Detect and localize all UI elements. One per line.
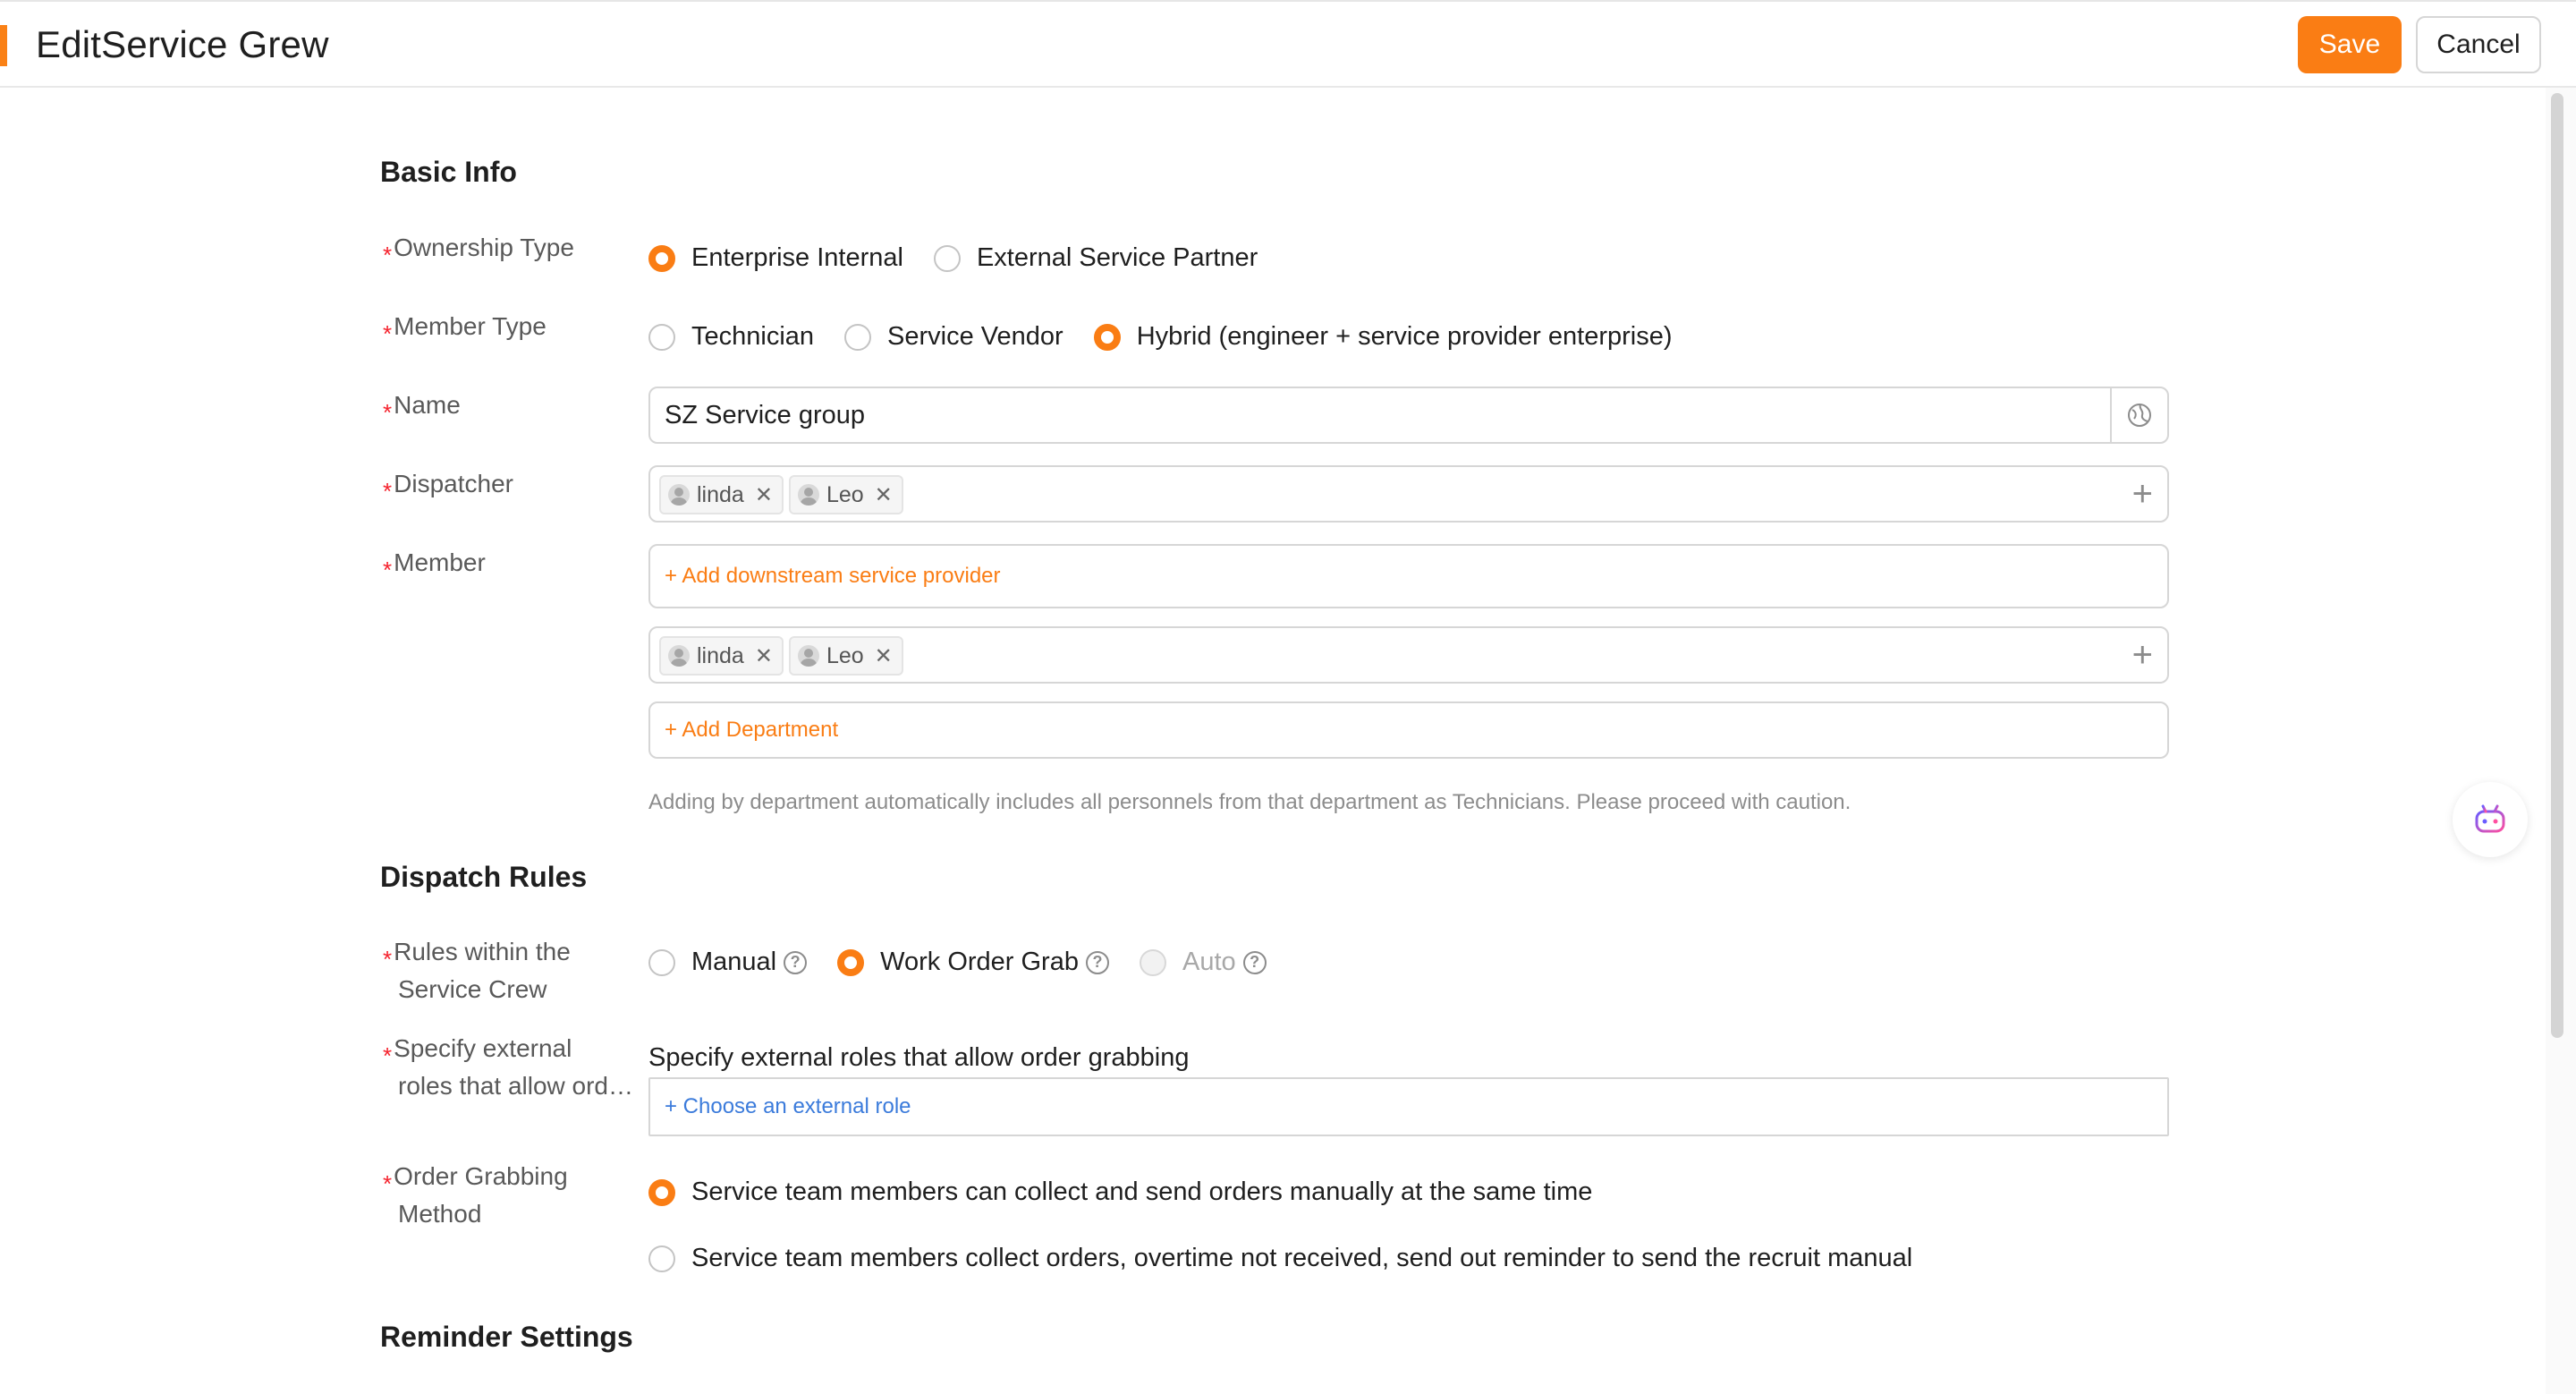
radio-unchecked-icon[interactable]	[844, 323, 872, 351]
radio-checked-icon[interactable]	[648, 244, 675, 272]
department-hint: Adding by department automatically inclu…	[648, 790, 1852, 814]
avatar-icon	[797, 645, 819, 667]
ownership-option-internal[interactable]: Enterprise Internal	[648, 243, 903, 273]
robot-icon	[2475, 804, 2505, 833]
dispatcher-label: *Dispatcher	[383, 470, 513, 505]
name-input[interactable]: SZ Service group	[648, 387, 2169, 444]
title-accent-bar	[0, 25, 7, 66]
radio-disabled-icon	[1139, 948, 1166, 976]
rules-radio-group: Manual ? Work Order Grab ? Auto ?	[648, 948, 1297, 977]
external-roles-label: *Specify external roles that allow ord…	[383, 1034, 634, 1100]
help-question-icon[interactable]: ?	[784, 950, 808, 974]
avatar-icon	[668, 645, 690, 667]
member-type-option-technician[interactable]: Technician	[648, 322, 814, 352]
member-tag-linda: linda ✕	[659, 636, 784, 676]
dispatcher-select[interactable]: linda ✕ Leo ✕ +	[648, 465, 2169, 523]
remove-tag-icon[interactable]: ✕	[755, 482, 773, 508]
basic-info-title: Basic Info	[380, 156, 517, 188]
member-select[interactable]: linda ✕ Leo ✕ +	[648, 626, 2169, 684]
member-label: *Member	[383, 548, 486, 583]
ownership-type-label: *Ownership Type	[383, 234, 574, 268]
required-mark: *	[383, 320, 393, 347]
member-type-radio-group: Technician Service Vendor Hybrid (engine…	[648, 322, 1703, 352]
rule-option-auto: Auto ?	[1139, 948, 1267, 977]
ownership-option-external[interactable]: External Service Partner	[933, 243, 1258, 273]
required-mark: *	[383, 1042, 393, 1069]
add-downstream-provider-link[interactable]: + Add downstream service provider	[665, 564, 1001, 589]
radio-unchecked-icon[interactable]	[648, 1245, 675, 1272]
add-dispatcher-plus-icon[interactable]: +	[2132, 476, 2153, 512]
required-mark: *	[383, 478, 393, 505]
radio-checked-icon[interactable]	[837, 948, 865, 976]
cancel-button[interactable]: Cancel	[2416, 16, 2541, 73]
page-title: EditService Grew	[36, 23, 329, 65]
required-mark: *	[383, 399, 393, 426]
rule-option-manual[interactable]: Manual ?	[648, 948, 808, 977]
radio-unchecked-icon[interactable]	[648, 948, 675, 976]
grab-method-option-1[interactable]: Service team members can collect and sen…	[648, 1177, 1623, 1207]
help-question-icon[interactable]: ?	[1242, 950, 1267, 974]
radio-unchecked-icon[interactable]	[933, 244, 961, 272]
member-type-option-vendor[interactable]: Service Vendor	[844, 322, 1063, 352]
add-provider-box[interactable]: + Add downstream service provider	[648, 544, 2169, 608]
name-label: *Name	[383, 391, 461, 426]
dispatcher-tag-linda: linda ✕	[659, 475, 784, 514]
avatar-icon	[797, 484, 819, 506]
scrollbar-thumb[interactable]	[2551, 93, 2563, 1038]
rules-within-crew-label: *Rules within the Service Crew	[383, 938, 571, 1003]
choose-external-role-link[interactable]: + Choose an external role	[665, 1094, 911, 1119]
choose-external-role-box[interactable]: + Choose an external role	[648, 1077, 2169, 1136]
required-mark: *	[383, 1170, 393, 1197]
help-question-icon[interactable]: ?	[1085, 950, 1109, 974]
required-mark: *	[383, 242, 393, 268]
required-mark: *	[383, 557, 393, 583]
dispatcher-tag-leo: Leo ✕	[788, 475, 903, 514]
reminder-settings-title: Reminder Settings	[380, 1321, 633, 1353]
radio-checked-icon[interactable]	[1093, 323, 1121, 351]
remove-tag-icon[interactable]: ✕	[755, 643, 773, 669]
required-mark: *	[383, 946, 393, 973]
avatar-icon	[668, 484, 690, 506]
dispatch-rules-title: Dispatch Rules	[380, 861, 588, 893]
rule-option-grab[interactable]: Work Order Grab ?	[837, 948, 1109, 977]
order-grabbing-method-label: *Order Grabbing Method	[383, 1162, 568, 1228]
radio-checked-icon[interactable]	[648, 1178, 675, 1206]
radio-unchecked-icon[interactable]	[648, 323, 675, 351]
member-type-option-hybrid[interactable]: Hybrid (engineer + service provider ente…	[1093, 322, 1673, 352]
grab-method-option-2[interactable]: Service team members collect orders, ove…	[648, 1244, 1943, 1273]
globe-icon	[2128, 404, 2151, 427]
ownership-type-radio-group: Enterprise Internal External Service Par…	[648, 243, 1288, 273]
add-department-link[interactable]: + Add Department	[665, 718, 838, 743]
page-header: EditService Grew Save Cancel	[0, 0, 2576, 88]
add-department-box[interactable]: + Add Department	[648, 701, 2169, 759]
assistant-float-button[interactable]	[2453, 782, 2528, 857]
add-member-plus-icon[interactable]: +	[2132, 637, 2153, 673]
save-button[interactable]: Save	[2298, 16, 2402, 73]
member-type-label: *Member Type	[383, 312, 547, 347]
member-tag-leo: Leo ✕	[788, 636, 903, 676]
external-roles-description: Specify external roles that allow order …	[648, 1043, 1190, 1072]
remove-tag-icon[interactable]: ✕	[875, 482, 893, 508]
remove-tag-icon[interactable]: ✕	[875, 643, 893, 669]
translate-globe-icon[interactable]	[2110, 388, 2167, 442]
